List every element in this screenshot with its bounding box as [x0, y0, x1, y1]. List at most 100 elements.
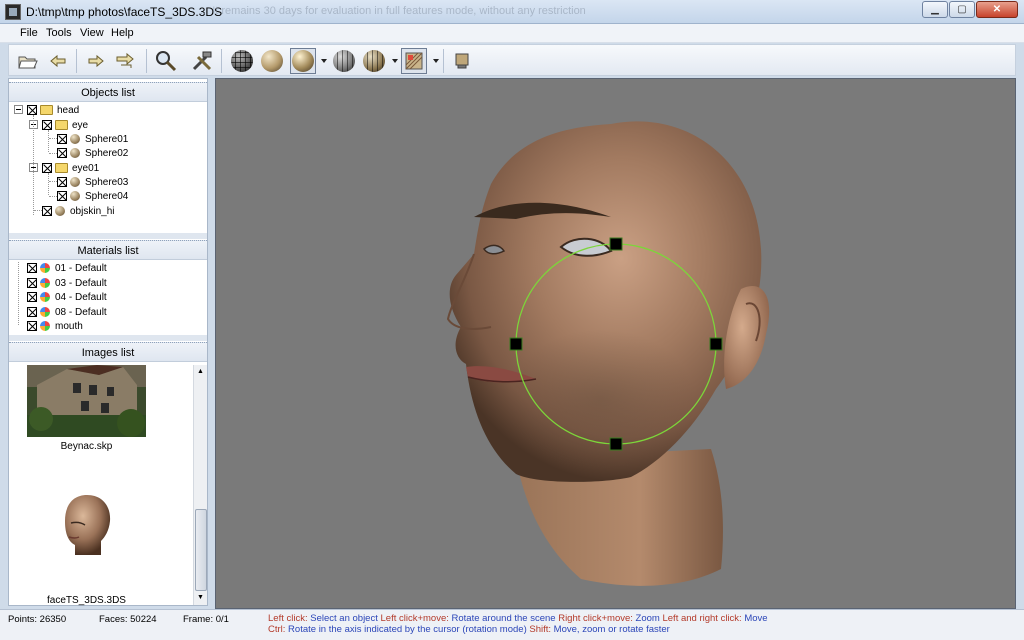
menu-help[interactable]: Help — [111, 27, 134, 39]
menu-view[interactable]: View — [80, 27, 104, 39]
materials-list-header: Materials list — [9, 240, 207, 260]
tree-item-head[interactable]: head — [27, 103, 79, 117]
open-button[interactable] — [15, 48, 41, 74]
tree-item-sphere01[interactable]: Sphere01 — [57, 132, 128, 146]
texture-mode-button[interactable] — [401, 48, 427, 74]
visibility-checkbox[interactable] — [42, 206, 52, 216]
evaluation-notice: ... It remains 30 days for evaluation in… — [200, 5, 586, 17]
image-thumb-beynac[interactable] — [27, 365, 146, 437]
tree-item-eye01[interactable]: eye01 — [42, 161, 99, 175]
scroll-up-icon[interactable]: ▲ — [197, 368, 204, 375]
app-icon — [5, 4, 21, 20]
undo-icon — [50, 54, 66, 68]
help-line-1: Left click: Select an object Left click+… — [268, 613, 768, 624]
rotate-icon — [116, 52, 134, 68]
material-item-04[interactable]: 04 - Default — [27, 290, 107, 304]
rotate-button[interactable] — [113, 48, 139, 74]
material-item-mouth[interactable]: mouth — [27, 319, 83, 333]
window-title: D:\tmp\tmp photos\faceTS_3DS.3DS — [26, 5, 223, 19]
textured-mode-dropdown[interactable] — [392, 59, 398, 63]
smooth-sphere-icon — [261, 50, 283, 72]
tree-item-sphere04[interactable]: Sphere04 — [57, 189, 128, 203]
visibility-checkbox[interactable] — [42, 120, 52, 130]
image-caption-beynac: Beynac.skp — [60, 441, 113, 452]
help-segment: Move, zoom or rotate faster — [551, 624, 670, 635]
help-segment: Left click: — [268, 613, 308, 624]
shaded-mode-dropdown[interactable] — [321, 59, 327, 63]
zoom-button[interactable] — [153, 48, 179, 74]
smooth-mode-button[interactable] — [259, 48, 285, 74]
images-list-header: Images list — [9, 342, 207, 362]
textured-mode-button[interactable] — [361, 48, 387, 74]
visibility-checkbox[interactable] — [42, 163, 52, 173]
help-segment: Move — [741, 613, 768, 624]
maximize-button[interactable]: ▢ — [949, 1, 975, 18]
mesh-icon — [70, 191, 80, 201]
material-icon — [40, 321, 50, 331]
images-scrollbar[interactable]: ▲ ▼ — [193, 365, 207, 605]
objects-list-header: Objects list — [9, 82, 207, 102]
help-segment: Rotate around the scene — [448, 613, 559, 624]
halfwire-mode-button[interactable] — [331, 48, 357, 74]
tree-item-sphere03[interactable]: Sphere03 — [57, 175, 128, 189]
visibility-checkbox[interactable] — [27, 278, 37, 288]
tree-item-sphere02[interactable]: Sphere02 — [57, 146, 128, 160]
wireframe-sphere-icon — [231, 50, 253, 72]
tree-item-objskin-hi[interactable]: objskin_hi — [42, 204, 114, 218]
toolbar — [8, 44, 1016, 76]
tools-button[interactable] — [189, 48, 215, 74]
menu-tools[interactable]: Tools — [46, 27, 72, 39]
undo-button[interactable] — [45, 48, 71, 74]
menu-bar: File Tools View Help — [0, 24, 1024, 43]
texture-mode-dropdown[interactable] — [433, 59, 439, 63]
visibility-checkbox[interactable] — [27, 263, 37, 273]
maximize-icon: ▢ — [957, 4, 967, 15]
close-button[interactable]: ✕ — [976, 1, 1018, 18]
texture-mode-icon — [405, 52, 423, 70]
export-button[interactable] — [449, 48, 475, 74]
shaded-mode-button[interactable] — [290, 48, 316, 74]
help-segment: Zoom — [632, 613, 663, 624]
tools-icon — [192, 51, 212, 71]
scrollbar-thumb[interactable] — [195, 509, 207, 591]
tree-item-eye[interactable]: eye — [42, 118, 88, 132]
mesh-icon — [70, 134, 80, 144]
visibility-checkbox[interactable] — [57, 191, 67, 201]
image-thumb-face[interactable] — [57, 493, 117, 559]
minimize-button[interactable]: ▁ — [922, 1, 948, 18]
castle-photo-icon — [27, 365, 146, 437]
left-panel: Objects list head eye Sphere01 Sphere02 … — [8, 78, 208, 606]
material-icon — [40, 278, 50, 288]
redo-button[interactable] — [83, 48, 109, 74]
3d-viewport[interactable] — [215, 78, 1016, 609]
visibility-checkbox[interactable] — [27, 321, 37, 331]
visibility-checkbox[interactable] — [57, 177, 67, 187]
help-line-2: Ctrl: Rotate in the axis indicated by th… — [268, 624, 670, 635]
scroll-down-icon[interactable]: ▼ — [197, 594, 204, 601]
material-item-03[interactable]: 03 - Default — [27, 276, 107, 290]
visibility-checkbox[interactable] — [27, 292, 37, 302]
menu-file[interactable]: File — [20, 27, 38, 39]
faces-count: Faces: 50224 — [99, 614, 157, 625]
mesh-icon — [55, 206, 65, 216]
minimize-icon: ▁ — [931, 4, 939, 15]
visibility-checkbox[interactable] — [27, 105, 37, 115]
textured-sphere-icon — [363, 50, 385, 72]
visibility-checkbox[interactable] — [57, 148, 67, 158]
export-icon — [455, 53, 469, 69]
folder-icon — [55, 163, 68, 173]
shaded-sphere-icon — [292, 50, 314, 72]
help-segment: Shift: — [529, 624, 552, 635]
status-bar: Points: 26350 Faces: 50224 Frame: 0/1 Le… — [0, 609, 1024, 640]
visibility-checkbox[interactable] — [27, 307, 37, 317]
help-segment: Rotate in the axis indicated by the curs… — [285, 624, 530, 635]
title-bar: D:\tmp\tmp photos\faceTS_3DS.3DS ... It … — [0, 0, 1024, 24]
help-segment: Left click+move: — [380, 613, 449, 624]
head-model[interactable] — [216, 79, 1016, 609]
material-item-08[interactable]: 08 - Default — [27, 305, 107, 319]
expand-head-toggle[interactable] — [14, 105, 23, 114]
material-item-01[interactable]: 01 - Default — [27, 261, 107, 275]
frame-indicator: Frame: 0/1 — [183, 614, 229, 625]
wireframe-mode-button[interactable] — [229, 48, 255, 74]
visibility-checkbox[interactable] — [57, 134, 67, 144]
